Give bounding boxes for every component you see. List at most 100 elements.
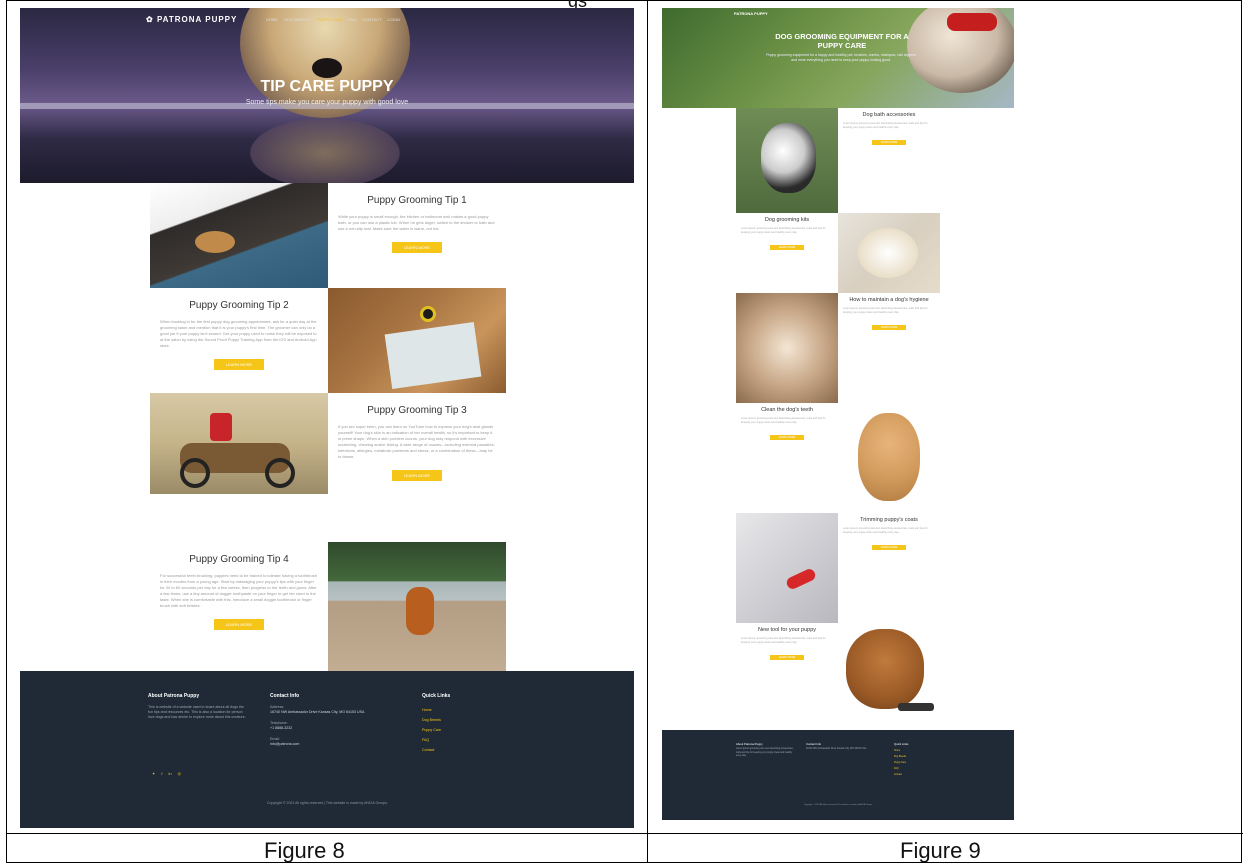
copyright: Copyright © 2022 All rights reserved | T… [803, 804, 873, 806]
phone-value: +1 8888-3232 [270, 726, 293, 730]
section-row-6: New tool for your puppy Lorem ipsum groo… [736, 623, 940, 730]
site-logo[interactable]: ✿ PATRONA PUPPY [146, 15, 237, 24]
section-title: Clean the dog's teeth [761, 407, 813, 413]
hero-title: TIP CARE PUPPY [260, 78, 394, 95]
section-body: Lorem ipsum grooming care text describin… [843, 122, 928, 129]
table-divider-vertical [647, 1, 648, 863]
nav-dog-breeds[interactable]: DOG BREEDS [284, 17, 311, 22]
tip-row-3: Puppy Grooming Tip 3 If you are super ke… [150, 393, 506, 494]
footer-about-text: This is website of a website used to sha… [148, 705, 246, 719]
section-row-4: Clean the dog's teeth Lorem ipsum groomi… [736, 403, 940, 508]
tip-3-image [150, 393, 328, 494]
section-3-text: How to maintain a dog's hygiene Lorem ip… [838, 293, 940, 403]
quick-link-faq[interactable]: FAQ [422, 735, 441, 745]
dog-reflection [250, 118, 400, 183]
tip-2-text: Puppy Grooming Tip 2 When booking in for… [150, 288, 328, 393]
section-4-text: Clean the dog's teeth Lorem ipsum groomi… [736, 403, 838, 508]
hero-subtitle: Some tips make you care your puppy with … [245, 99, 409, 106]
section-row-3: How to maintain a dog's hygiene Lorem ip… [736, 293, 940, 403]
tip-title: Puppy Grooming Tip 2 [189, 300, 289, 311]
section-title: Dog bath accessories [862, 112, 916, 118]
learn-more-button[interactable]: LEARN MORE [871, 545, 907, 550]
tip-title: Puppy Grooming Tip 4 [189, 554, 289, 565]
nav-contact[interactable]: CONTACT [362, 17, 381, 22]
linkedin-icon[interactable]: in [168, 771, 171, 776]
tip-body: While your puppy is small enough, the ki… [338, 214, 495, 231]
dog-nose [312, 58, 342, 78]
learn-more-button[interactable]: LEARN MORE [391, 470, 443, 481]
section-3-image [736, 293, 838, 403]
section-5-text: Trimming puppy's coats Lorem ipsum groom… [838, 513, 940, 623]
nav-puppy-care[interactable]: PUPPY CARE [317, 17, 343, 22]
section-row-5: Trimming puppy's coats Lorem ipsum groom… [736, 513, 940, 623]
site-footer: About Patrona Puppy Lorem ipsum grooming… [662, 730, 1014, 820]
site-footer: About Patrona Puppy This is website of a… [20, 671, 634, 828]
section-6-image [838, 623, 940, 730]
tip-4-text: Puppy Grooming Tip 4 For successful teet… [150, 542, 328, 671]
quick-link-home[interactable]: Home [422, 705, 441, 715]
section-2-text: Dog grooming kits Lorem ipsum grooming c… [736, 213, 838, 293]
dog-goggles [947, 13, 997, 31]
section-row-2: Dog grooming kits Lorem ipsum grooming c… [736, 213, 940, 293]
quick-link-dog-breeds[interactable]: Dog Breeds [422, 715, 441, 725]
nav-home[interactable]: HOME [266, 17, 278, 22]
tip-body: For successful teeth brushing, puppies n… [160, 573, 317, 608]
email-value[interactable]: info@patrona.com [270, 742, 400, 747]
tip-row-1: Puppy Grooming Tip 1 While your puppy is… [150, 183, 506, 288]
copyright: Copyright © 2022 All rights reserved | T… [267, 801, 387, 805]
footer-links-title: Quick Links [894, 742, 909, 746]
site-logo[interactable]: PATRONA PUPPY [734, 11, 768, 16]
section-5-image [736, 513, 838, 623]
quick-links: Home Dog Breeds Puppy Care FAQ Contact [894, 748, 906, 778]
quick-links: Home Dog Breeds Puppy Care FAQ Contact [422, 705, 441, 755]
tip-body: If you are super keen, you can learn on … [338, 424, 495, 459]
section-2-image [838, 213, 940, 293]
footer-about-title: About Patrona Puppy [148, 693, 200, 699]
section-body: Lorem ipsum grooming care text describin… [741, 227, 826, 234]
footer-about-title: About Patrona Puppy [736, 742, 763, 746]
learn-more-button[interactable]: LEARN MORE [213, 359, 265, 370]
figure-8-screenshot: ✿ PATRONA PUPPY HOME DOG BREEDS PUPPY CA… [20, 8, 634, 828]
section-title: New tool for your puppy [757, 627, 817, 633]
tip-1-text: Puppy Grooming Tip 1 While your puppy is… [328, 183, 506, 288]
instagram-icon[interactable]: ◎ [178, 771, 182, 776]
learn-more-button[interactable]: LEARN MORE [213, 619, 265, 630]
tip-body: When booking in for the first puppy dog … [160, 319, 317, 348]
address-value: 16740 NW Ambassador Drive Kansas City, M… [270, 710, 365, 714]
section-body: Lorem ipsum grooming care text describin… [741, 417, 826, 424]
quick-link-puppy-care[interactable]: Puppy Care [422, 725, 441, 735]
tip-row-2: Puppy Grooming Tip 2 When booking in for… [150, 288, 506, 393]
learn-more-button[interactable]: LEARN MORE [871, 325, 907, 330]
figure-8-caption: Figure 8 [264, 838, 345, 863]
hero-title: DOG GROOMING EQUIPMENT FOR A PUPPY CARE [775, 32, 909, 50]
section-body: Lorem ipsum grooming care text describin… [843, 527, 928, 534]
section-title: Dog grooming kits [764, 217, 810, 223]
social-links: ✦ f in ◎ [152, 771, 181, 776]
learn-more-button[interactable]: LEARN MORE [769, 245, 805, 250]
footer-contact-info: 16740 NW Ambassador Drive Kansas City, M… [806, 748, 867, 750]
section-1-text: Dog bath accessories Lorem ipsum groomin… [838, 108, 940, 213]
facebook-icon[interactable]: f [161, 771, 162, 776]
footer-contact-title: Contact Info [270, 693, 300, 699]
learn-more-button[interactable]: LEARN MORE [391, 242, 443, 253]
nav-faq[interactable]: FAQ [348, 17, 356, 22]
section-6-text: New tool for your puppy Lorem ipsum groo… [736, 623, 838, 730]
learn-more-button[interactable]: LEARN MORE [871, 140, 907, 145]
tip-title: Puppy Grooming Tip 1 [367, 195, 467, 206]
twitter-icon[interactable]: ✦ [152, 771, 155, 776]
tip-2-image [328, 288, 506, 393]
quick-link-contact[interactable]: Contact [422, 745, 441, 755]
table-divider-horizontal [7, 833, 1243, 834]
section-title: How to maintain a dog's hygiene [849, 297, 929, 303]
learn-more-button[interactable]: LEARN MORE [769, 435, 805, 440]
footer-about-text: Lorem ipsum grooming care text describin… [736, 748, 794, 757]
main-nav: HOME DOG BREEDS PUPPY CARE FAQ CONTACT L… [266, 17, 400, 22]
section-1-image [736, 108, 838, 213]
paw-icon: ✿ [146, 15, 154, 24]
figure-9-screenshot: PATRONA PUPPY DOG GROOMING EQUIPMENT FOR… [662, 8, 1014, 820]
tip-row-4: Puppy Grooming Tip 4 For successful teet… [150, 542, 506, 671]
nav-login[interactable]: LOGIN [387, 17, 399, 22]
learn-more-button[interactable]: LEARN MORE [769, 655, 805, 660]
quick-link-contact[interactable]: Contact [894, 772, 906, 778]
section-row-1: Dog bath accessories Lorem ipsum groomin… [736, 108, 940, 213]
